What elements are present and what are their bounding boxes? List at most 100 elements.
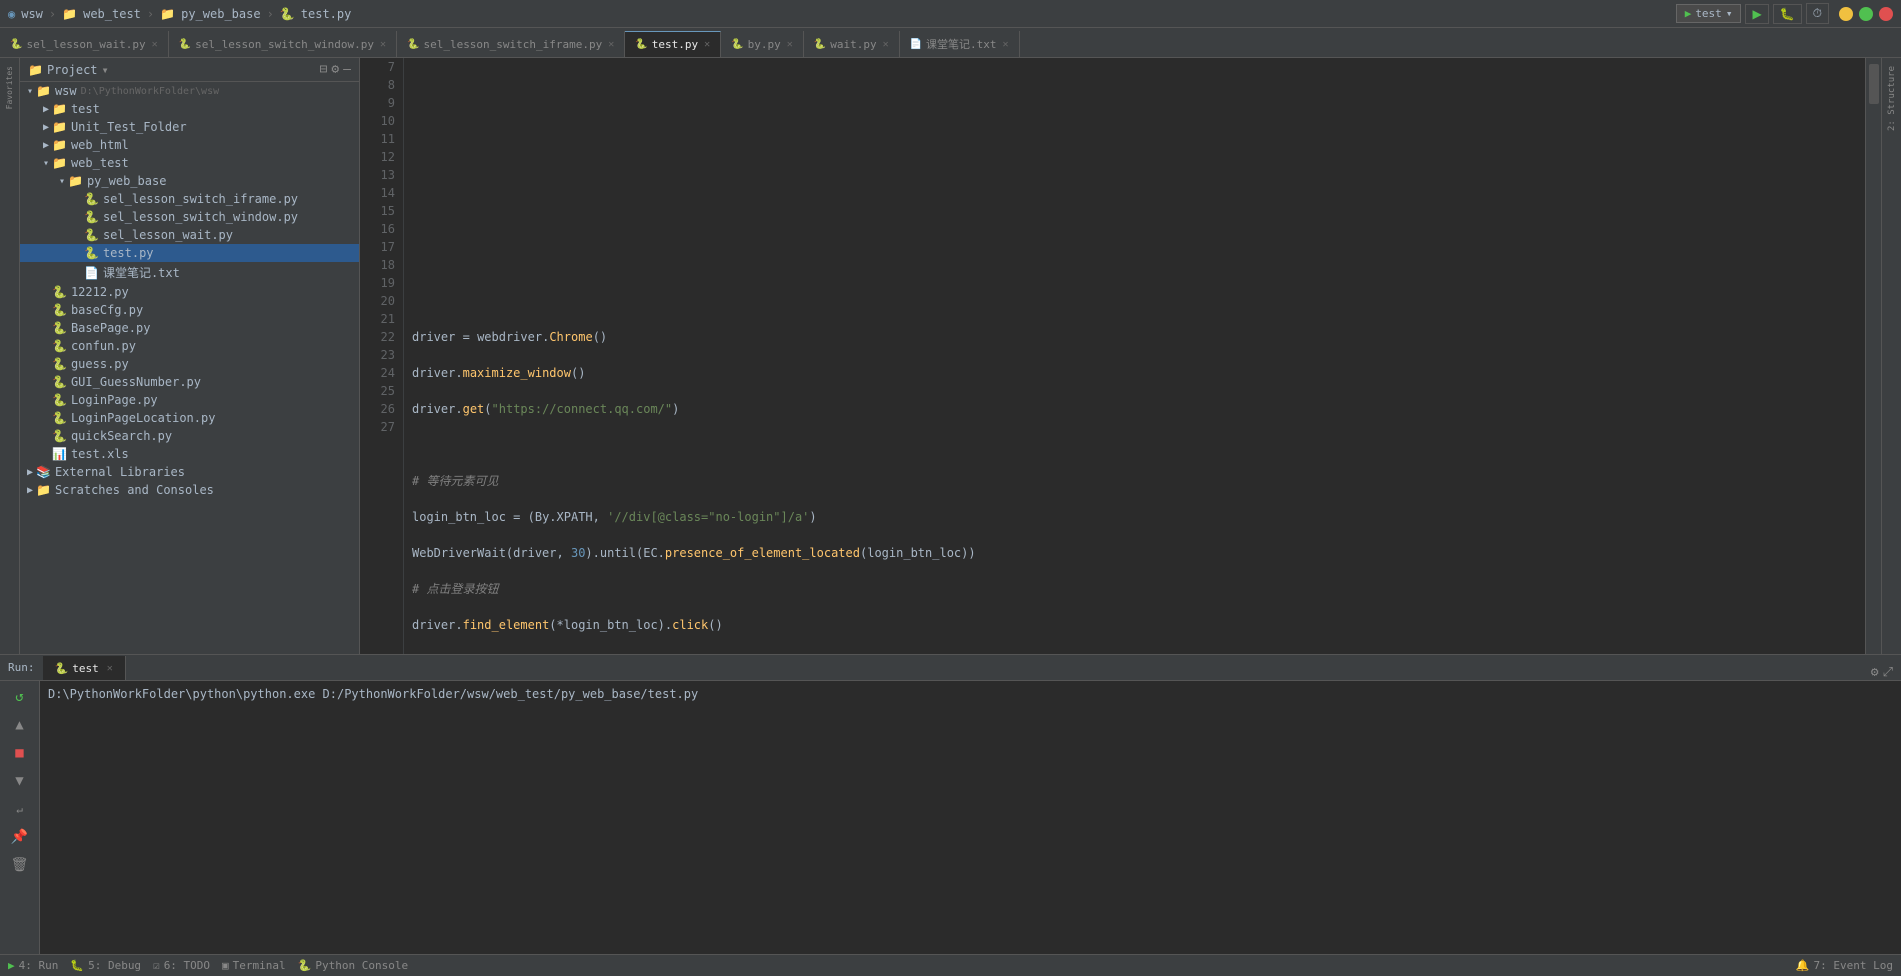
- tree-item-login-page[interactable]: ▶ 🐍 LoginPage.py: [20, 391, 359, 409]
- project-collapse-all-icon[interactable]: ⊟: [320, 62, 328, 77]
- tree-item-quick-search[interactable]: ▶ 🐍 quickSearch.py: [20, 427, 359, 445]
- rerun-button[interactable]: ↺: [8, 685, 32, 709]
- tab-close-sel-lesson-wait[interactable]: ✕: [152, 39, 158, 50]
- code-line-13: login_btn_loc = (By.XPATH, '//div[@class…: [412, 508, 1865, 526]
- project-settings-icon[interactable]: ⚙: [331, 62, 339, 77]
- project-dropdown-icon[interactable]: ▾: [102, 63, 109, 77]
- title-bar-breadcrumb: ◉ wsw › 📁 web_test › 📁 py_web_base › 🐍 t…: [8, 7, 351, 21]
- profile-button[interactable]: ⏱: [1806, 3, 1829, 24]
- bottom-tab-test[interactable]: 🐍 test ✕: [43, 656, 126, 680]
- code-content[interactable]: driver = webdriver.Chrome() driver.maxim…: [404, 58, 1865, 654]
- maximize-button[interactable]: [1859, 7, 1873, 21]
- tab-sel-lesson-wait[interactable]: 🐍 sel_lesson_wait.py ✕: [0, 31, 169, 57]
- pin-output-button[interactable]: 📌: [8, 825, 32, 849]
- tab-icon-by-py: 🐍: [731, 39, 743, 50]
- trash-button[interactable]: 🗑: [8, 853, 32, 877]
- tree-item-wait[interactable]: ▶ 🐍 sel_lesson_wait.py: [20, 226, 359, 244]
- tree-item-confun[interactable]: ▶ 🐍 confun.py: [20, 337, 359, 355]
- run-config-selector[interactable]: ▶ test ▾: [1676, 4, 1742, 23]
- dropdown-arrow: ▾: [1726, 7, 1733, 20]
- arrow-web-html: ▶: [40, 140, 52, 151]
- tree-item-12212[interactable]: ▶ 🐍 12212.py: [20, 283, 359, 301]
- tab-close-wait-py[interactable]: ✕: [883, 39, 889, 50]
- tree-item-basepage[interactable]: ▶ 🐍 BasePage.py: [20, 319, 359, 337]
- tree-item-web-test[interactable]: ▾ 📁 web_test: [20, 154, 359, 172]
- code-line-8: driver = webdriver.Chrome(): [412, 328, 1865, 346]
- scroll-down-button[interactable]: ▼: [8, 769, 32, 793]
- status-python-console[interactable]: 🐍 Python Console: [298, 959, 408, 972]
- run-output: D:\PythonWorkFolder\python\python.exe D:…: [40, 681, 1901, 954]
- tree-item-guess[interactable]: ▶ 🐍 guess.py: [20, 355, 359, 373]
- folder-icon-web-html: 📁: [52, 138, 67, 152]
- tree-item-test[interactable]: ▶ 📁 test: [20, 100, 359, 118]
- tree-item-wsw-root[interactable]: ▾ 📁 wsw D:\PythonWorkFolder\wsw: [20, 82, 359, 100]
- status-todo[interactable]: ☑ 6: TODO: [153, 959, 210, 972]
- minimize-button[interactable]: [1839, 7, 1853, 21]
- bottom-tab-label: test: [72, 662, 99, 675]
- tree-item-py-web-base[interactable]: ▾ 📁 py_web_base: [20, 172, 359, 190]
- scroll-up-button[interactable]: ▲: [8, 713, 32, 737]
- tree-item-test-xls[interactable]: ▶ 📊 test.xls: [20, 445, 359, 463]
- py-icon-test-py: 🐍: [84, 246, 99, 260]
- tree-item-gui-guess[interactable]: ▶ 🐍 GUI_GuessNumber.py: [20, 373, 359, 391]
- project-panel-header: 📁 Project ▾ ⊟ ⚙ —: [20, 58, 359, 82]
- favorites-label[interactable]: Favorites: [3, 62, 16, 113]
- tree-item-login-loc[interactable]: ▶ 🐍 LoginPageLocation.py: [20, 409, 359, 427]
- code-line-10: driver.get("https://connect.qq.com/"): [412, 400, 1865, 418]
- tree-item-switch-iframe[interactable]: ▶ 🐍 sel_lesson_switch_iframe.py: [20, 190, 359, 208]
- py-icon-quick-search: 🐍: [52, 429, 67, 443]
- tree-item-scratches[interactable]: ▶ 📁 Scratches and Consoles: [20, 481, 359, 499]
- status-terminal[interactable]: ▣ Terminal: [222, 959, 286, 972]
- title-bar: ◉ wsw › 📁 web_test › 📁 py_web_base › 🐍 t…: [0, 0, 1901, 28]
- tab-close-notes[interactable]: ✕: [1003, 39, 1009, 50]
- tab-close-switch-iframe[interactable]: ✕: [608, 39, 614, 50]
- tree-item-notes[interactable]: ▶ 📄 课堂笔记.txt: [20, 262, 359, 283]
- py-icon-basecfg: 🐍: [52, 303, 67, 317]
- arrow-test: ▶: [40, 104, 52, 115]
- tree-label-py-web-base: py_web_base: [87, 174, 166, 188]
- breadcrumb-wsw[interactable]: wsw: [21, 7, 43, 21]
- tab-notes-txt[interactable]: 📄 课堂笔记.txt ✕: [900, 31, 1020, 57]
- run-button[interactable]: ▶: [1745, 4, 1768, 24]
- close-button[interactable]: [1879, 7, 1893, 21]
- wrap-output-button[interactable]: ↵: [8, 797, 32, 821]
- project-title: 📁 Project ▾: [28, 63, 316, 77]
- bottom-expand-icon[interactable]: ⤢: [1883, 665, 1893, 680]
- breadcrumb-py-web-base[interactable]: py_web_base: [181, 7, 260, 21]
- debug-button[interactable]: 🐛: [1773, 4, 1802, 24]
- project-hide-icon[interactable]: —: [343, 62, 351, 77]
- tab-sel-lesson-switch-iframe[interactable]: 🐍 sel_lesson_switch_iframe.py ✕: [397, 31, 625, 57]
- tab-close-switch-window[interactable]: ✕: [380, 39, 386, 50]
- run-command-line: D:\PythonWorkFolder\python\python.exe D:…: [48, 685, 1893, 703]
- bottom-tab-close[interactable]: ✕: [107, 663, 113, 674]
- status-event-log[interactable]: 🔔 7: Event Log: [1796, 959, 1893, 972]
- breadcrumb-test-py[interactable]: test.py: [301, 7, 352, 21]
- code-line-12: # 等待元素可见: [412, 472, 1865, 490]
- code-line-7: [412, 292, 1865, 310]
- structure-label[interactable]: 2: Structure: [1883, 62, 1901, 135]
- code-editor[interactable]: 7 8 9 10 11 12 13 14 15 16 17 18 19 20 2…: [364, 58, 1865, 654]
- stop-button[interactable]: ■: [8, 741, 32, 765]
- tree-item-web-html[interactable]: ▶ 📁 web_html: [20, 136, 359, 154]
- py-icon-confun: 🐍: [52, 339, 67, 353]
- tree-item-test-py[interactable]: ▶ 🐍 test.py: [20, 244, 359, 262]
- tab-test-py[interactable]: 🐍 test.py ✕: [625, 31, 721, 57]
- tree-item-ext-libs[interactable]: ▶ 📚 External Libraries: [20, 463, 359, 481]
- bottom-settings-icon[interactable]: ⚙: [1871, 665, 1879, 680]
- tab-sel-lesson-switch-window[interactable]: 🐍 sel_lesson_switch_window.py ✕: [169, 31, 397, 57]
- tab-wait-py[interactable]: 🐍 wait.py ✕: [804, 31, 900, 57]
- tree-item-basecfg[interactable]: ▶ 🐍 baseCfg.py: [20, 301, 359, 319]
- arrow-py-web-base: ▾: [56, 176, 68, 187]
- tree-item-switch-window[interactable]: ▶ 🐍 sel_lesson_switch_window.py: [20, 208, 359, 226]
- tab-close-by-py[interactable]: ✕: [787, 39, 793, 50]
- status-run[interactable]: ▶ 4: Run: [8, 959, 58, 972]
- tab-by-py[interactable]: 🐍 by.py ✕: [721, 31, 804, 57]
- tree-label-confun: confun.py: [71, 339, 136, 353]
- tab-close-test-py[interactable]: ✕: [704, 39, 710, 50]
- txt-icon-notes: 📄: [84, 266, 99, 280]
- breadcrumb-web-test[interactable]: web_test: [83, 7, 141, 21]
- status-debug[interactable]: 🐛 5: Debug: [70, 959, 141, 972]
- tree-item-unit-test[interactable]: ▶ 📁 Unit_Test_Folder: [20, 118, 359, 136]
- code-line-15: # 点击登录按钮: [412, 580, 1865, 598]
- python-console-icon: 🐍: [298, 959, 312, 972]
